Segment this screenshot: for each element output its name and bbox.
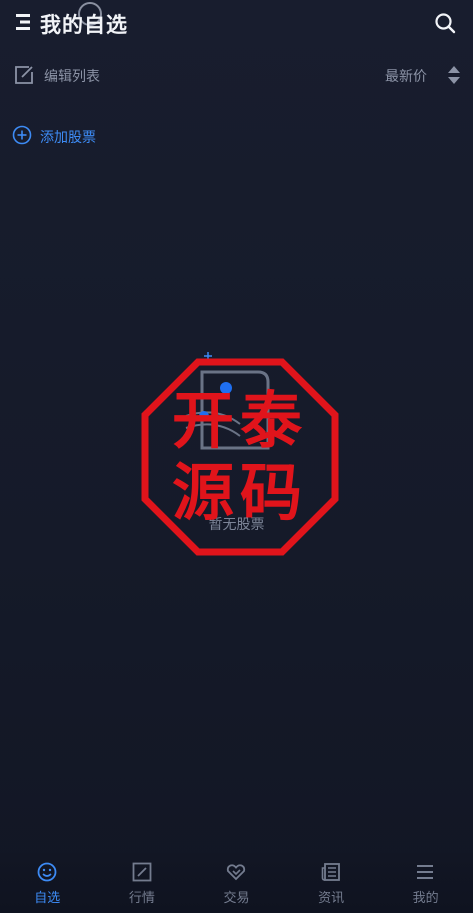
tab-label: 自选 <box>34 891 61 906</box>
page-title: 我的自选 <box>40 13 128 37</box>
list-toolbar: 编辑列表 最新价 <box>0 58 473 92</box>
news-icon <box>321 863 340 881</box>
edit-icon[interactable] <box>13 64 35 86</box>
search-icon[interactable] <box>433 11 457 35</box>
add-stock-label: 添加股票 <box>40 130 96 146</box>
smile-icon <box>37 862 57 882</box>
chart-box-icon <box>132 862 151 882</box>
tab-label: 我的 <box>412 891 439 906</box>
header: 我的自选 <box>0 0 473 46</box>
watermark-text-line2: 源码 <box>171 456 308 529</box>
tab-watchlist[interactable]: 自选 <box>0 853 95 913</box>
watermark-text-line1: 开泰 <box>171 384 308 457</box>
tab-news[interactable]: 资讯 <box>284 853 379 913</box>
tab-trade[interactable]: 交易 <box>189 853 284 913</box>
edit-list-button[interactable]: 编辑列表 <box>44 66 100 86</box>
add-stock-button[interactable]: 添加股票 <box>0 122 200 150</box>
menu-lines-icon <box>417 865 434 879</box>
tab-label: 交易 <box>223 891 250 906</box>
sort-updown-icon[interactable] <box>447 65 461 85</box>
bottom-tab-bar: 自选 行情 交易 资讯 我的 <box>0 853 473 913</box>
plus-circle-icon <box>12 125 32 145</box>
tab-label: 行情 <box>128 891 155 906</box>
handshake-icon <box>227 864 246 881</box>
tab-market[interactable]: 行情 <box>95 853 190 913</box>
menu-icon[interactable] <box>14 12 34 32</box>
sort-by-price-button[interactable]: 最新价 <box>385 66 427 86</box>
tab-label: 资讯 <box>318 891 345 906</box>
app-screen: 我的自选 编辑列表 最新价 添加股票 暂无股票 开泰 源码 自选 行情 交易 资… <box>0 0 473 913</box>
tab-profile[interactable]: 我的 <box>378 853 473 913</box>
